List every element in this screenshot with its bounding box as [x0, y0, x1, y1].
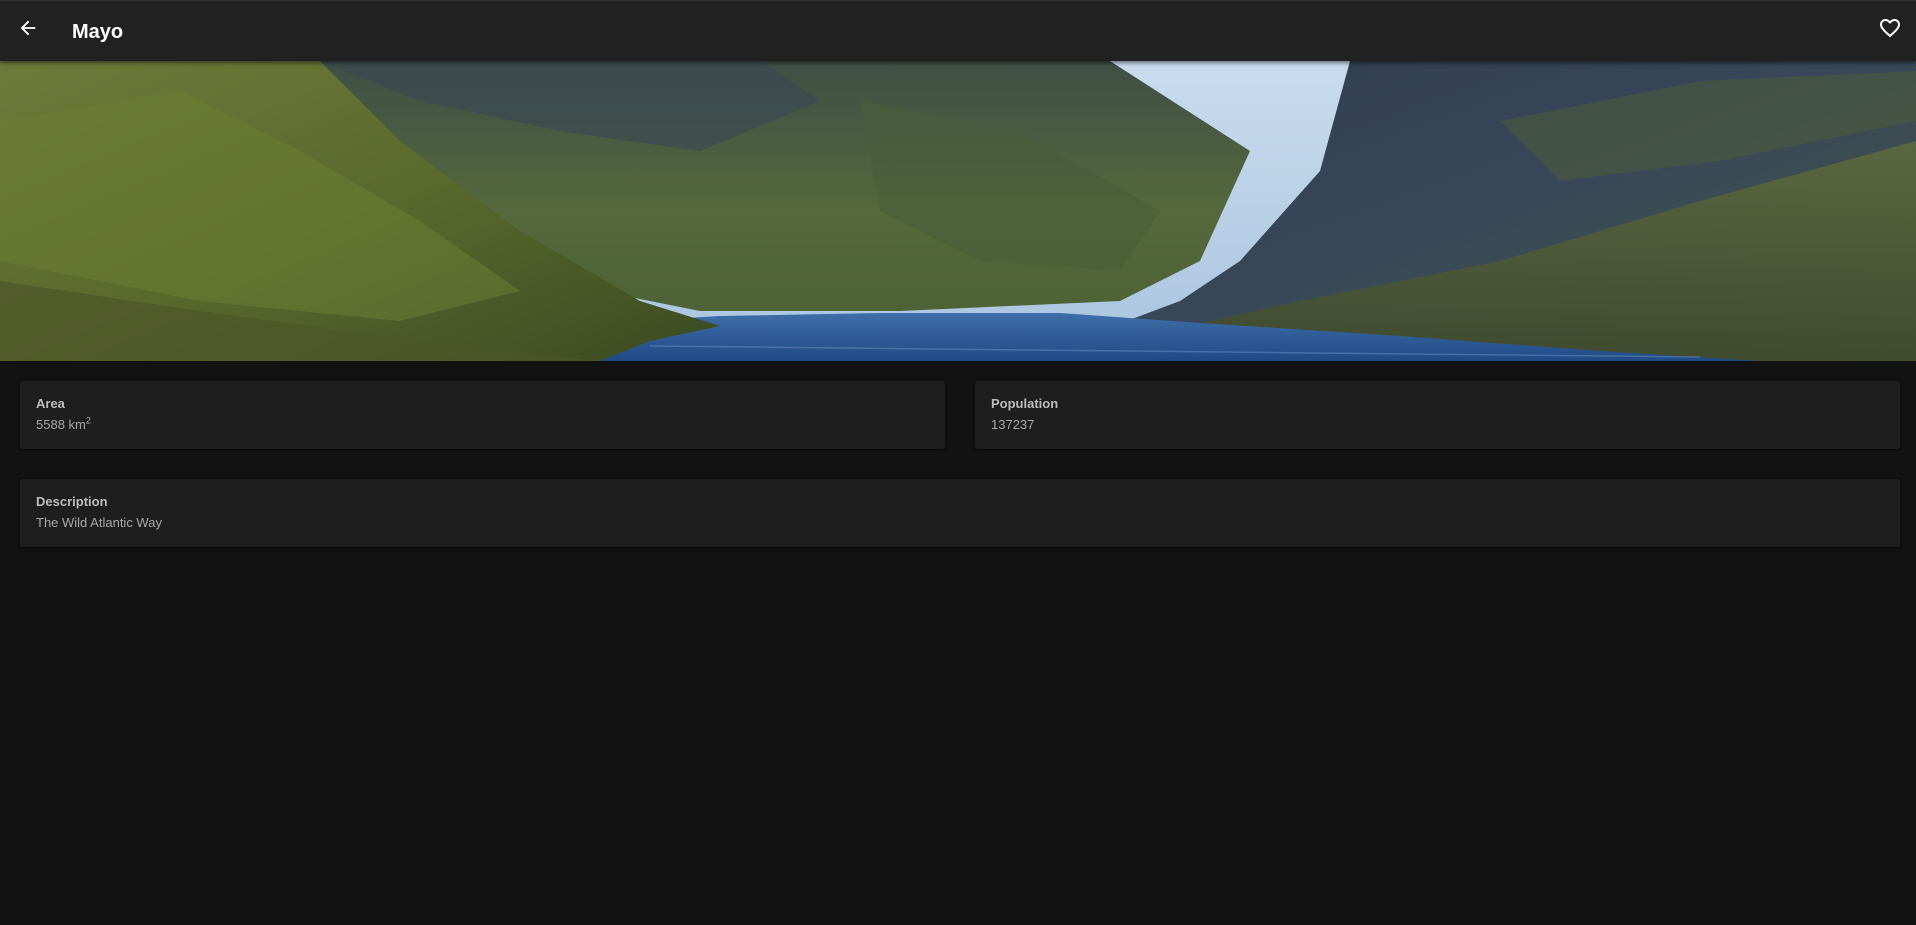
app-bar: Mayo	[0, 0, 1916, 61]
population-card: Population 137237	[975, 381, 1900, 449]
description-label: Description	[36, 494, 108, 509]
area-label: Area	[36, 396, 65, 411]
favorite-button[interactable]	[1874, 14, 1906, 46]
heart-outline-icon	[1878, 16, 1902, 45]
population-label: Population	[991, 396, 1059, 411]
description-card: Description The Wild Atlantic Way	[20, 479, 1900, 547]
back-button[interactable]	[12, 14, 44, 46]
area-value: 5588 km2	[36, 415, 91, 432]
hero-image	[0, 61, 1916, 361]
population-value: 137237	[991, 417, 1035, 432]
arrow-left-icon	[17, 17, 39, 44]
area-card: Area 5588 km2	[20, 381, 945, 449]
description-value: The Wild Atlantic Way	[36, 515, 162, 530]
page-title: Mayo	[72, 21, 124, 43]
